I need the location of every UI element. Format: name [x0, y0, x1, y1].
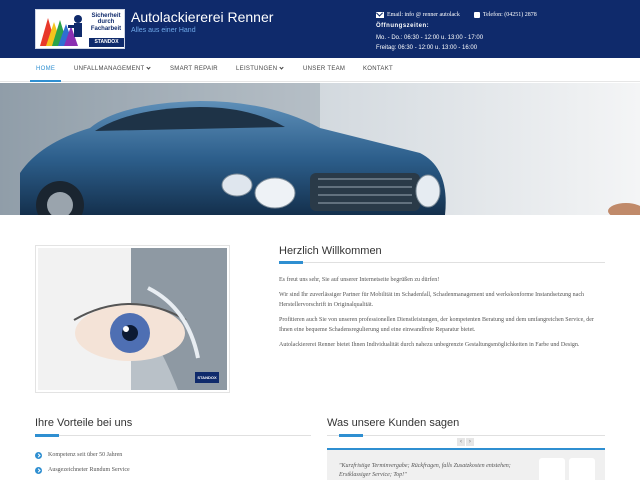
nav-home[interactable]: HOME [30, 58, 62, 82]
divider [327, 435, 605, 436]
logo-badge: STANDOX [89, 38, 124, 47]
nav-kontakt[interactable]: KONTAKT [363, 58, 393, 82]
nav-unfallmanagement[interactable]: UNFALLMANAGEMENT [74, 58, 152, 82]
site-subtitle: Alles aus einer Hand [131, 27, 196, 34]
vorteil-item: Ausgezeichneter Rundum Service [35, 466, 130, 474]
phone-icon [473, 12, 480, 18]
standox-promo-image [35, 245, 230, 393]
opening-hours-friday: Freitag: 06:30 - 12:00 u. 13:00 - 16:00 [376, 45, 478, 51]
site-header: Sicherheit durch Facharbeit STANDOX Auto… [0, 0, 640, 58]
nav-smart-repair[interactable]: SMART REPAIR [170, 58, 218, 82]
contact-email[interactable]: Email: info @ renner autolack [387, 11, 460, 19]
main-navigation: HOME UNFALLMANAGEMENT SMART REPAIR LEIST… [0, 58, 640, 82]
site-title[interactable]: Autolackiererei Renner [131, 8, 273, 26]
nav-label: HOME [36, 66, 56, 72]
divider-accent [279, 261, 303, 264]
hero-banner [0, 83, 640, 215]
standox-badge: STANDOX [195, 372, 219, 383]
kunden-title: Was unsere Kunden sagen [327, 417, 460, 429]
welcome-paragraph: Autolackiererei Renner bietet Ihnen Indi… [279, 342, 580, 348]
nav-label: SMART REPAIR [170, 66, 218, 72]
nav-label: UNFALLMANAGEMENT [74, 66, 145, 72]
check-icon [35, 451, 42, 459]
mail-icon [376, 12, 384, 18]
testimonial-quote: "Kurzfristige Terminvergabe; Rückfragen,… [339, 463, 511, 478]
welcome-paragraph: Es freut uns sehr, Sie auf unserer Inter… [279, 277, 440, 283]
check-icon [35, 466, 42, 474]
chevron-left-icon[interactable]: ‹ [457, 438, 465, 446]
nav-label: KONTAKT [363, 66, 393, 72]
welcome-paragraph: Profitieren auch Sie von unseren profess… [279, 317, 594, 333]
logo-slogan: Sicherheit durch Facharbeit [90, 13, 122, 32]
vorteil-text: Kompetenz seit über 50 Jahren [48, 452, 123, 458]
testimonial-avatar [569, 458, 595, 480]
hero-car-image [0, 83, 640, 215]
contact-info: Email: info @ renner autolack Telefon: (… [376, 11, 537, 19]
divider-accent [339, 434, 363, 437]
chevron-down-icon [279, 65, 284, 70]
welcome-title: Herzlich Willkommen [279, 245, 382, 257]
painter-logo-icon [38, 12, 88, 48]
opening-hours: Mo. - Do.: 06:30 - 12:00 u. 13:00 - 17:0… [376, 33, 483, 53]
divider [279, 262, 605, 263]
nav-label: LEISTUNGEN [236, 66, 278, 72]
nav-leistungen[interactable]: LEISTUNGEN [236, 58, 284, 82]
vorteil-text: Ausgezeichneter Rundum Service [48, 467, 130, 473]
vorteil-item: Kompetenz seit über 50 Jahren [35, 451, 122, 459]
divider-accent [35, 434, 59, 437]
site-logo[interactable]: Sicherheit durch Facharbeit STANDOX [35, 9, 125, 49]
divider [35, 435, 311, 436]
testimonial-controls: ‹ › [457, 438, 474, 446]
chevron-down-icon [146, 65, 152, 70]
testimonial-avatar [539, 458, 565, 480]
vorteile-title: Ihre Vorteile bei uns [35, 417, 133, 429]
eye-headlight-image [38, 248, 227, 390]
nav-unser-team[interactable]: UNSER TEAM [303, 58, 345, 82]
contact-phone[interactable]: Telefon: (04251) 2878 [483, 11, 537, 19]
nav-label: UNSER TEAM [303, 66, 346, 72]
testimonial-box: "Kurzfristige Terminvergabe; Rückfragen,… [327, 448, 605, 480]
opening-hours-title: Öffnungszeiten: [376, 23, 430, 29]
opening-hours-weekday: Mo. - Do.: 06:30 - 12:00 u. 13:00 - 17:0… [376, 35, 484, 41]
chevron-right-icon[interactable]: › [466, 438, 474, 446]
welcome-paragraph: Wir sind Ihr zuverlässiger Partner für M… [279, 292, 585, 308]
